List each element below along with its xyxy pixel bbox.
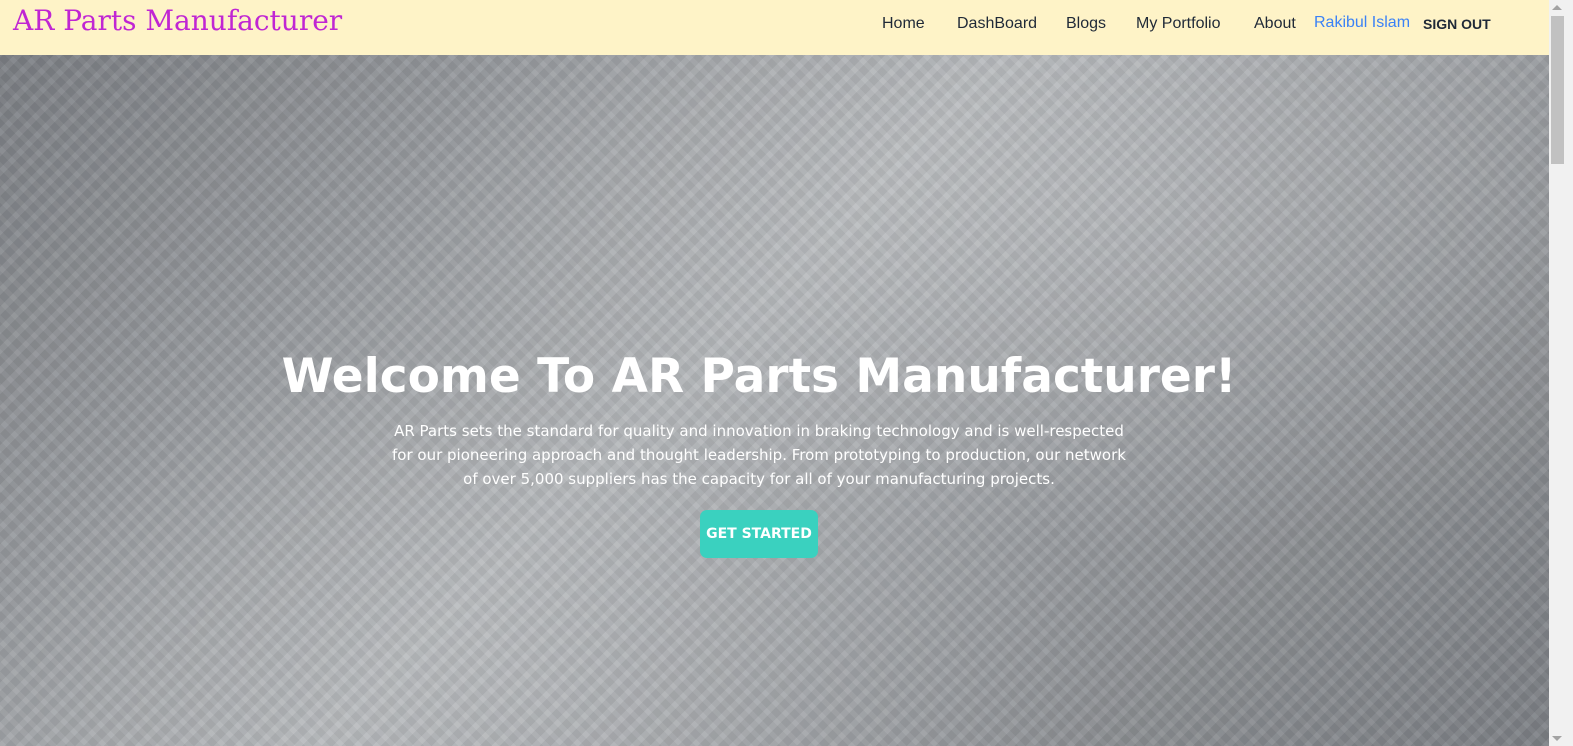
nav-item-blogs[interactable]: Blogs: [1066, 14, 1106, 34]
get-started-button[interactable]: GET STARTED: [700, 510, 818, 558]
scrollbar-thumb[interactable]: [1551, 16, 1564, 164]
vertical-scrollbar[interactable]: [1549, 0, 1573, 746]
nav-item-dashboard[interactable]: DashBoard: [957, 14, 1037, 34]
hero-description: AR Parts sets the standard for quality a…: [392, 422, 1126, 488]
scroll-up-icon[interactable]: [1552, 5, 1562, 10]
user-name-link[interactable]: Rakibul Islam: [1314, 13, 1410, 33]
hero-content: Welcome To AR Parts Manufacturer! AR Par…: [0, 55, 1549, 746]
brand-logo[interactable]: AR Parts Manufacturer: [13, 4, 342, 37]
sign-out-button[interactable]: SIGN OUT: [1423, 15, 1491, 33]
hero-title: Welcome To AR Parts Manufacturer!: [281, 349, 1237, 404]
nav-item-my-portfolio[interactable]: My Portfolio: [1136, 14, 1220, 34]
nav-item-about[interactable]: About: [1254, 14, 1296, 34]
hero-banner: Welcome To AR Parts Manufacturer! AR Par…: [0, 55, 1549, 746]
scroll-down-icon[interactable]: [1552, 736, 1562, 741]
page: AR Parts Manufacturer Home DashBoard Blo…: [0, 0, 1573, 746]
navbar: AR Parts Manufacturer Home DashBoard Blo…: [0, 0, 1549, 55]
nav-item-home[interactable]: Home: [882, 14, 925, 34]
